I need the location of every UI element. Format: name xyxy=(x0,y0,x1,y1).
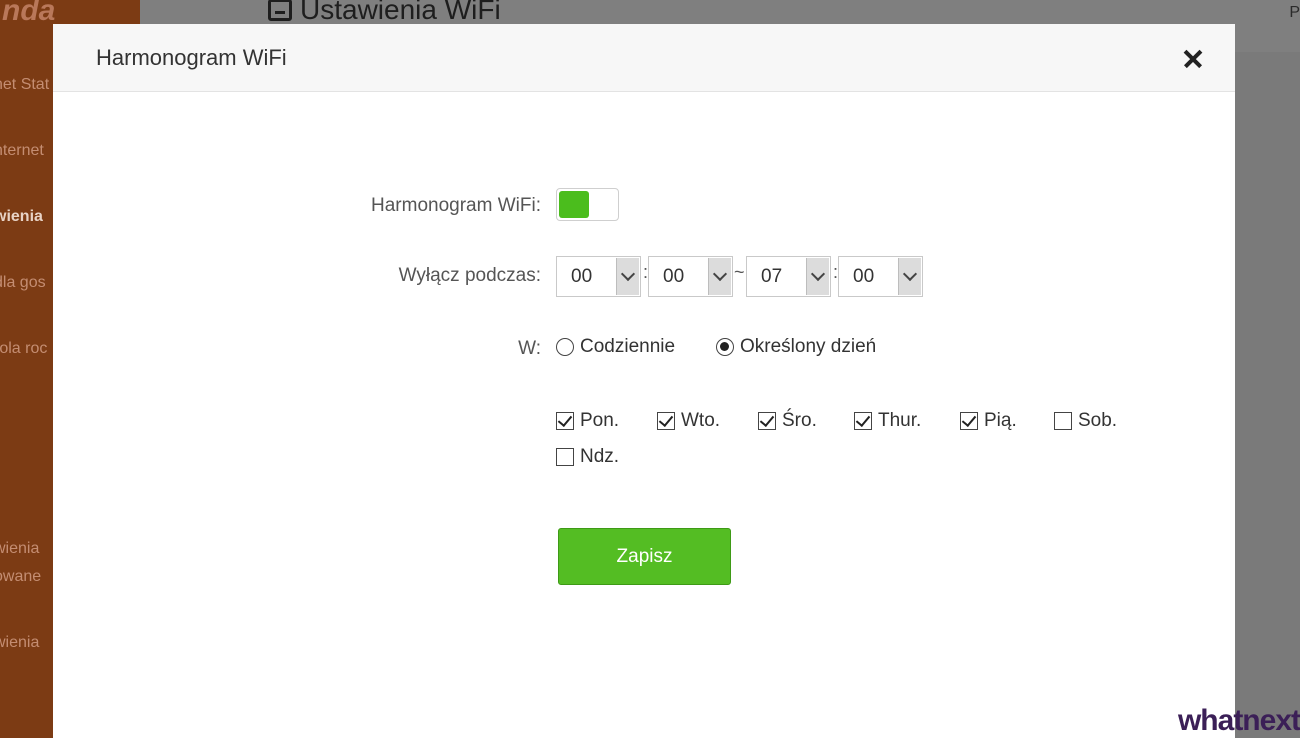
chevron-down-icon xyxy=(898,258,921,295)
sidebar-item-guest-network: dla gos xyxy=(0,274,46,291)
save-button[interactable]: Zapisz xyxy=(558,528,731,585)
radio-specific-label: Określony dzień xyxy=(740,336,877,357)
dialog-title: Harmonogram WiFi xyxy=(96,45,287,70)
day-label: Thur. xyxy=(878,410,922,431)
sidebar-item-internet: nternet xyxy=(0,142,44,159)
day-checkbox-thu[interactable]: Thur. xyxy=(854,410,921,432)
radio-specific-button[interactable] xyxy=(716,338,734,356)
day-label: Sob. xyxy=(1078,410,1118,431)
start-minute-select[interactable]: 00 xyxy=(648,256,733,297)
sidebar-item-internet-status: net Stat xyxy=(0,76,50,93)
day-checkbox-sat[interactable]: Sob. xyxy=(1054,410,1117,432)
sidebar-item-parental-control: rola roc xyxy=(0,340,48,357)
watermark-logo: whatnext xyxy=(1177,704,1300,737)
end-hour-select[interactable]: 07 xyxy=(746,256,831,297)
end-minute-value: 00 xyxy=(853,266,875,287)
radio-daily[interactable]: Codziennie xyxy=(556,336,675,358)
chevron-down-icon xyxy=(708,258,731,295)
day-label: Pon. xyxy=(580,410,620,431)
day-label: Ndz. xyxy=(580,446,620,467)
checkbox[interactable] xyxy=(854,412,872,430)
start-hour-select[interactable]: 00 xyxy=(556,256,641,297)
sidebar-item-system-settings: wienia xyxy=(0,634,40,651)
sidebar-item-advanced-2: owane xyxy=(0,568,42,585)
end-minute-select[interactable]: 00 xyxy=(838,256,923,297)
toggle-knob xyxy=(559,191,589,218)
day-checkbox-tue[interactable]: Wto. xyxy=(657,410,720,432)
dialog-header: Harmonogram WiFi xyxy=(53,24,1235,92)
sidebar-item-advanced-1: wienia xyxy=(0,540,40,557)
on-label: W: xyxy=(518,338,541,359)
checkbox[interactable] xyxy=(556,412,574,430)
wifi-settings-icon xyxy=(268,0,292,21)
day-label: Pią. xyxy=(984,410,1017,431)
radio-daily-label: Codziennie xyxy=(580,336,676,357)
day-checkbox-wed[interactable]: Śro. xyxy=(758,410,817,432)
day-checkbox-sun[interactable]: Ndz. xyxy=(556,446,619,468)
checkbox[interactable] xyxy=(1054,412,1072,430)
close-icon[interactable] xyxy=(1181,47,1205,71)
day-checkbox-fri[interactable]: Pią. xyxy=(960,410,1017,432)
day-label: Wto. xyxy=(681,410,721,431)
wifi-schedule-dialog: Harmonogram WiFi Harmonogram WiFi: Wyłąc… xyxy=(53,24,1235,738)
chevron-down-icon xyxy=(806,258,829,295)
chevron-down-icon xyxy=(616,258,639,295)
checkbox[interactable] xyxy=(556,448,574,466)
radio-daily-button[interactable] xyxy=(556,338,574,356)
off-during-label: Wyłącz podczas: xyxy=(398,265,541,286)
end-hour-value: 07 xyxy=(761,266,783,287)
checkbox[interactable] xyxy=(960,412,978,430)
checkbox[interactable] xyxy=(657,412,675,430)
day-checkbox-mon[interactable]: Pon. xyxy=(556,410,619,432)
brand-logo: nda xyxy=(2,0,56,27)
start-hour-value: 00 xyxy=(571,266,593,287)
day-label: Śro. xyxy=(782,410,817,431)
header-right-text: P xyxy=(1289,4,1300,21)
background-page-title: Ustawienia WiFi xyxy=(268,0,501,26)
sidebar-item-wifi-settings: wienia xyxy=(0,208,43,225)
schedule-label: Harmonogram WiFi: xyxy=(371,195,541,216)
schedule-toggle[interactable] xyxy=(556,188,619,221)
checkbox[interactable] xyxy=(758,412,776,430)
page-title-text: Ustawienia WiFi xyxy=(300,0,501,25)
start-minute-value: 00 xyxy=(663,266,685,287)
radio-specific-day[interactable]: Określony dzień xyxy=(716,336,876,358)
range-separator: ~ xyxy=(734,262,745,282)
